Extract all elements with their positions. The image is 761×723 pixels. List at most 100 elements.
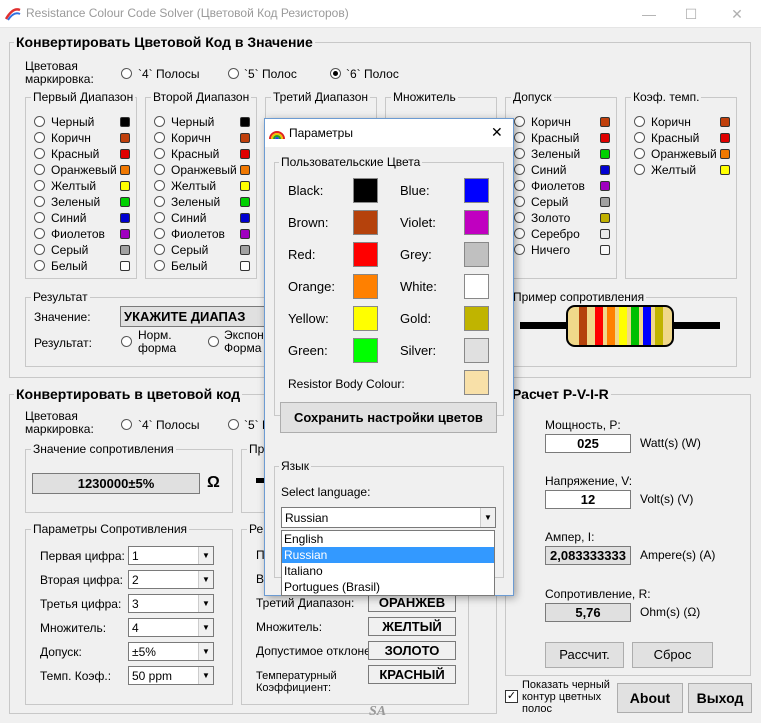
language-option[interactable]: English xyxy=(282,531,494,547)
tol-swatch-3 xyxy=(600,165,610,175)
band1-radio-8[interactable] xyxy=(34,244,45,255)
about-button[interactable]: About xyxy=(617,683,683,713)
color-swatch-button[interactable] xyxy=(353,210,378,235)
language-select[interactable]: Russian ▼ xyxy=(281,507,496,528)
color-swatch-button[interactable] xyxy=(464,306,489,331)
band2-label-1: Коричн xyxy=(171,131,211,145)
tc-radio-0[interactable] xyxy=(634,116,645,127)
param-select[interactable]: 4 ▼ xyxy=(128,618,214,637)
band2-radio-0[interactable] xyxy=(154,116,165,127)
param-select[interactable]: 2 ▼ xyxy=(128,570,214,589)
radio-exp-form[interactable] xyxy=(208,336,219,347)
band1-radio-6[interactable] xyxy=(34,212,45,223)
param-select[interactable]: 1 ▼ xyxy=(128,546,214,565)
radio-4-bands-2[interactable] xyxy=(121,419,132,430)
radio-5-bands[interactable] xyxy=(228,68,239,79)
voltage-input[interactable]: 12 xyxy=(545,490,631,509)
voltage-unit: Volt(s) (V) xyxy=(640,492,694,506)
tol-radio-7[interactable] xyxy=(514,228,525,239)
tol-radio-4[interactable] xyxy=(514,180,525,191)
chevron-down-icon[interactable]: ▼ xyxy=(480,508,495,527)
color-swatch-button[interactable] xyxy=(353,178,378,203)
language-option[interactable]: Portugues (Brasil) xyxy=(282,579,494,595)
band2-radio-7[interactable] xyxy=(154,228,165,239)
color-swatch-button[interactable] xyxy=(464,210,489,235)
tol-radio-6[interactable] xyxy=(514,212,525,223)
calculate-button[interactable]: Рассчит. xyxy=(545,642,624,668)
band1-radio-0[interactable] xyxy=(34,116,45,127)
chevron-down-icon[interactable]: ▼ xyxy=(198,667,213,684)
radio-6-bands[interactable] xyxy=(330,68,341,79)
chevron-down-icon[interactable]: ▼ xyxy=(198,643,213,660)
color-swatch-button[interactable] xyxy=(353,274,378,299)
chevron-down-icon[interactable]: ▼ xyxy=(198,571,213,588)
tc-radio-2[interactable] xyxy=(634,148,645,159)
band1-radio-7[interactable] xyxy=(34,228,45,239)
dialog-title: Параметры xyxy=(289,126,353,140)
result-colors-title: Ре xyxy=(247,522,266,536)
color-swatch-button[interactable] xyxy=(464,338,489,363)
reset-button[interactable]: Сброс xyxy=(632,642,713,668)
param-select[interactable]: 50 ppm ▼ xyxy=(128,666,214,685)
language-option[interactable]: Russian xyxy=(282,547,494,563)
chevron-down-icon[interactable]: ▼ xyxy=(198,547,213,564)
tol-radio-2[interactable] xyxy=(514,148,525,159)
band2-radio-3[interactable] xyxy=(154,164,165,175)
color-swatch-button[interactable] xyxy=(353,242,378,267)
band2-radio-5[interactable] xyxy=(154,196,165,207)
result-color-label: В xyxy=(256,572,265,586)
param-value: 1 xyxy=(132,549,139,563)
band2-radio-9[interactable] xyxy=(154,260,165,271)
color-swatch-button[interactable] xyxy=(353,338,378,363)
body-colour-swatch[interactable] xyxy=(464,370,489,395)
tol-radio-8[interactable] xyxy=(514,244,525,255)
band1-swatch-6 xyxy=(120,213,130,223)
language-option[interactable]: Italiano xyxy=(282,563,494,579)
sa-logo: SA xyxy=(369,704,387,719)
band2-radio-1[interactable] xyxy=(154,132,165,143)
radio-4-bands[interactable] xyxy=(121,68,132,79)
tol-radio-3[interactable] xyxy=(514,164,525,175)
param-select[interactable]: ±5% ▼ xyxy=(128,642,214,661)
band1-radio-9[interactable] xyxy=(34,260,45,271)
tol-radio-0[interactable] xyxy=(514,116,525,127)
maximize-button[interactable]: ☐ xyxy=(676,3,706,25)
resistance-value-field[interactable]: 1230000±5% xyxy=(32,473,200,494)
radio-normal-form[interactable] xyxy=(121,336,132,347)
radio-5-bands-2[interactable] xyxy=(228,419,239,430)
band2-radio-6[interactable] xyxy=(154,212,165,223)
color-swatch-button[interactable] xyxy=(464,242,489,267)
band1-radio-4[interactable] xyxy=(34,180,45,191)
minimize-button[interactable]: — xyxy=(634,3,664,25)
save-colors-button[interactable]: Сохранить настройки цветов xyxy=(280,402,497,433)
power-input[interactable]: 025 xyxy=(545,434,631,453)
tc-radio-3[interactable] xyxy=(634,164,645,175)
color-swatch-button[interactable] xyxy=(464,274,489,299)
tol-radio-5[interactable] xyxy=(514,196,525,207)
close-button[interactable]: ✕ xyxy=(722,3,752,25)
dialog-close-button[interactable]: ✕ xyxy=(491,124,503,141)
chevron-down-icon[interactable]: ▼ xyxy=(198,619,213,636)
param-select[interactable]: 3 ▼ xyxy=(128,594,214,613)
band2-radio-4[interactable] xyxy=(154,180,165,191)
band1-label-7: Фиолетов xyxy=(51,227,105,241)
band1-radio-5[interactable] xyxy=(34,196,45,207)
current-input[interactable]: 2,083333333 xyxy=(545,546,631,565)
color-swatch-button[interactable] xyxy=(353,306,378,331)
tc-radio-1[interactable] xyxy=(634,132,645,143)
language-dropdown-list: English Russian Italiano Portugues (Brasil) xyxy=(281,530,495,596)
chevron-down-icon[interactable]: ▼ xyxy=(198,595,213,612)
result-color-label: Множитель: xyxy=(256,620,323,634)
value-to-color-title: Конвертировать в цветовой код xyxy=(14,386,243,402)
band1-radio-2[interactable] xyxy=(34,148,45,159)
resistance-input[interactable]: 5,76 xyxy=(545,603,631,622)
band1-radio-1[interactable] xyxy=(34,132,45,143)
band1-radio-3[interactable] xyxy=(34,164,45,175)
band2-radio-2[interactable] xyxy=(154,148,165,159)
outline-checkbox[interactable]: ✓ xyxy=(505,690,518,703)
band2-radio-8[interactable] xyxy=(154,244,165,255)
band1-swatch-3 xyxy=(120,165,130,175)
exit-button[interactable]: Выход xyxy=(688,683,752,713)
color-swatch-button[interactable] xyxy=(464,178,489,203)
tol-radio-1[interactable] xyxy=(514,132,525,143)
